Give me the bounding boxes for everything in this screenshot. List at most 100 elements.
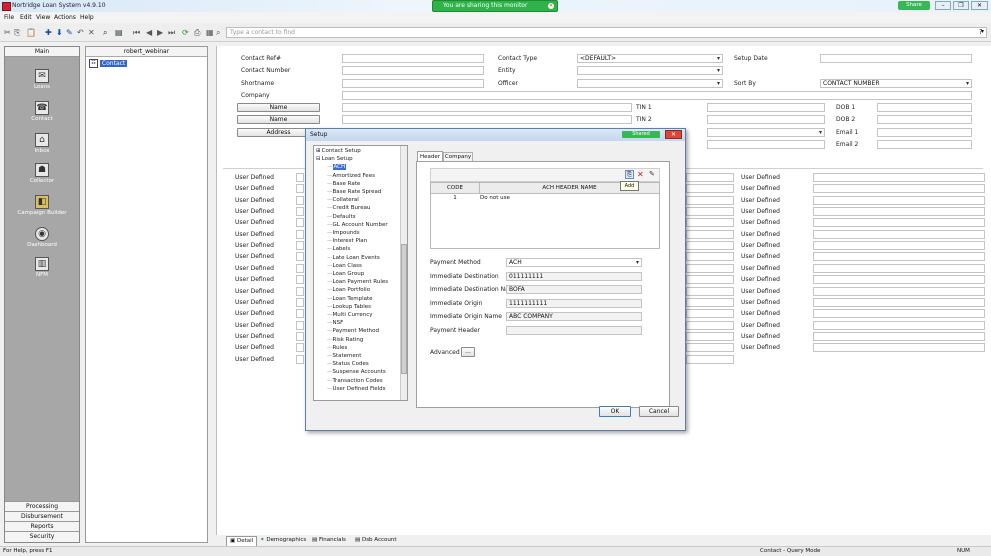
nav-item-loans[interactable]: ✉ Loans xyxy=(5,69,79,90)
setup-tree-scroll-thumb[interactable] xyxy=(401,244,407,374)
email2-field[interactable] xyxy=(877,140,972,149)
setup-tree-item[interactable]: —Defaults xyxy=(327,214,355,221)
user-defined-field[interactable] xyxy=(813,286,985,296)
user-defined-field[interactable] xyxy=(686,207,734,217)
user-defined-field[interactable] xyxy=(296,184,304,194)
setup-tree-item[interactable]: —ACH xyxy=(327,164,347,171)
setup-tree-item[interactable]: —Rules xyxy=(327,345,347,352)
user-defined-field[interactable] xyxy=(686,331,734,341)
user-defined-field[interactable] xyxy=(813,218,985,228)
user-defined-field[interactable] xyxy=(813,184,985,194)
user-defined-field[interactable] xyxy=(813,297,985,307)
user-defined-field[interactable] xyxy=(296,173,304,182)
setup-tree-item[interactable]: —Loan Class xyxy=(327,263,362,270)
copy-icon[interactable]: ⎘ xyxy=(14,28,20,37)
collapse-icon[interactable]: ⊟ xyxy=(316,156,321,162)
address-extra-field[interactable] xyxy=(707,140,825,149)
report-icon[interactable]: ▦ xyxy=(206,28,214,37)
user-defined-field[interactable] xyxy=(296,252,304,262)
user-defined-field[interactable] xyxy=(686,297,734,307)
menu-actions[interactable]: Actions xyxy=(54,14,76,21)
dob1-field[interactable] xyxy=(877,103,972,112)
add-icon[interactable]: ⎘ xyxy=(625,170,634,179)
immediate-destination-field[interactable]: 011111111 xyxy=(506,272,642,281)
user-defined-field[interactable] xyxy=(296,218,304,228)
immediate-origin-name-field[interactable]: ABC COMPANY xyxy=(506,312,642,321)
advanced-button[interactable]: ... xyxy=(461,347,475,357)
setup-tree-item[interactable]: —Loan Group xyxy=(327,271,364,278)
user-defined-field[interactable] xyxy=(813,263,985,273)
setup-tree-item[interactable]: —Status Codes xyxy=(327,361,369,368)
tin1-field[interactable] xyxy=(707,103,825,112)
user-defined-field[interactable] xyxy=(813,320,985,330)
delete-row-icon[interactable]: ✕ xyxy=(637,170,644,179)
nav-item-campaign-builder[interactable]: ◧ Campaign Builder xyxy=(5,195,79,216)
setup-tree-item[interactable]: —Loan Portfolio xyxy=(327,287,370,294)
setup-tree-item[interactable]: —Impounds xyxy=(327,230,360,237)
payment-header-field[interactable] xyxy=(506,326,642,335)
contact-search-input[interactable]: Type a contact to find ▾ xyxy=(226,27,987,38)
tin2-field[interactable] xyxy=(707,115,825,124)
setup-tree-item[interactable]: —Statement xyxy=(327,353,361,360)
user-defined-field[interactable] xyxy=(686,229,734,239)
find-icon[interactable]: ⌕ xyxy=(216,28,220,37)
user-defined-field[interactable] xyxy=(813,309,985,319)
user-defined-field[interactable] xyxy=(296,195,304,205)
menu-edit[interactable]: Edit xyxy=(20,14,32,21)
officer-select[interactable] xyxy=(577,79,723,88)
tree-item-contact[interactable]: ☷ Contact xyxy=(89,59,128,68)
nav-item-dashboard[interactable]: ◉ Dashboard xyxy=(5,227,79,248)
user-defined-field[interactable] xyxy=(296,331,304,341)
ok-button[interactable]: OK xyxy=(599,406,631,417)
user-defined-field[interactable] xyxy=(686,195,734,205)
nav-item-nfm[interactable]: ▥ NFM xyxy=(5,257,79,278)
user-defined-field[interactable] xyxy=(813,331,985,341)
setup-tree-scrollbar[interactable] xyxy=(400,146,407,400)
contact-type-select[interactable]: <DEFAULT> xyxy=(577,54,723,63)
security-button[interactable]: Security xyxy=(5,531,79,542)
entity-select[interactable] xyxy=(577,66,723,75)
delete-icon[interactable]: ✕ xyxy=(88,28,95,37)
name-field-1[interactable] xyxy=(342,103,632,112)
user-defined-field[interactable] xyxy=(686,286,734,296)
setup-tree-item[interactable]: —NSF xyxy=(327,320,343,327)
expand-icon[interactable]: ⊞ xyxy=(316,148,321,154)
user-defined-field[interactable] xyxy=(813,207,985,217)
setup-tree-item[interactable]: ⊞Contact Setup xyxy=(316,148,361,155)
tab-financials[interactable]: ▤ Financials xyxy=(309,536,349,545)
user-defined-field[interactable] xyxy=(686,218,734,228)
user-defined-field[interactable] xyxy=(296,241,304,251)
user-defined-field[interactable] xyxy=(686,275,734,285)
setup-tree-item[interactable]: —Collateral xyxy=(327,197,359,204)
cancel-button[interactable]: Cancel xyxy=(639,406,679,417)
help-icon[interactable]: ? xyxy=(979,28,983,36)
user-defined-field[interactable] xyxy=(813,343,985,353)
new-icon[interactable]: ✚ xyxy=(45,28,52,37)
paste-icon[interactable]: 📋 xyxy=(26,28,36,37)
user-defined-field[interactable] xyxy=(296,354,304,364)
menu-view[interactable]: View xyxy=(36,14,50,21)
setup-tree-item[interactable]: —Interest Plan xyxy=(327,238,367,245)
user-defined-field[interactable] xyxy=(813,229,985,239)
user-defined-field[interactable] xyxy=(686,309,734,319)
tab-dsb-account[interactable]: ▤ Dsb Account xyxy=(352,536,400,545)
refresh-icon[interactable]: ⟳ xyxy=(182,28,189,37)
user-defined-field[interactable] xyxy=(686,252,734,262)
address-type-select[interactable] xyxy=(707,128,825,137)
table-row[interactable]: 1 Do not use xyxy=(431,194,659,203)
setup-dialog-title-bar[interactable]: Setup Shared ✕ xyxy=(306,129,685,141)
menu-help[interactable]: Help xyxy=(80,14,94,21)
user-defined-field[interactable] xyxy=(813,241,985,251)
user-defined-field[interactable] xyxy=(686,263,734,273)
last-record-icon[interactable]: ⏭ xyxy=(168,28,175,37)
print-icon[interactable]: ⎙ xyxy=(194,28,200,37)
setup-tree-item[interactable]: —Risk Rating xyxy=(327,337,363,344)
immediate-origin-field[interactable]: 1111111111 xyxy=(506,299,642,308)
restore-button[interactable]: ❐ xyxy=(953,1,969,10)
user-defined-field[interactable] xyxy=(686,343,734,353)
user-defined-field[interactable] xyxy=(296,229,304,239)
setup-tree-item[interactable]: —Credit Bureau xyxy=(327,205,370,212)
user-defined-field[interactable] xyxy=(686,320,734,330)
setup-date-field[interactable] xyxy=(820,54,972,63)
user-defined-field[interactable] xyxy=(813,275,985,285)
